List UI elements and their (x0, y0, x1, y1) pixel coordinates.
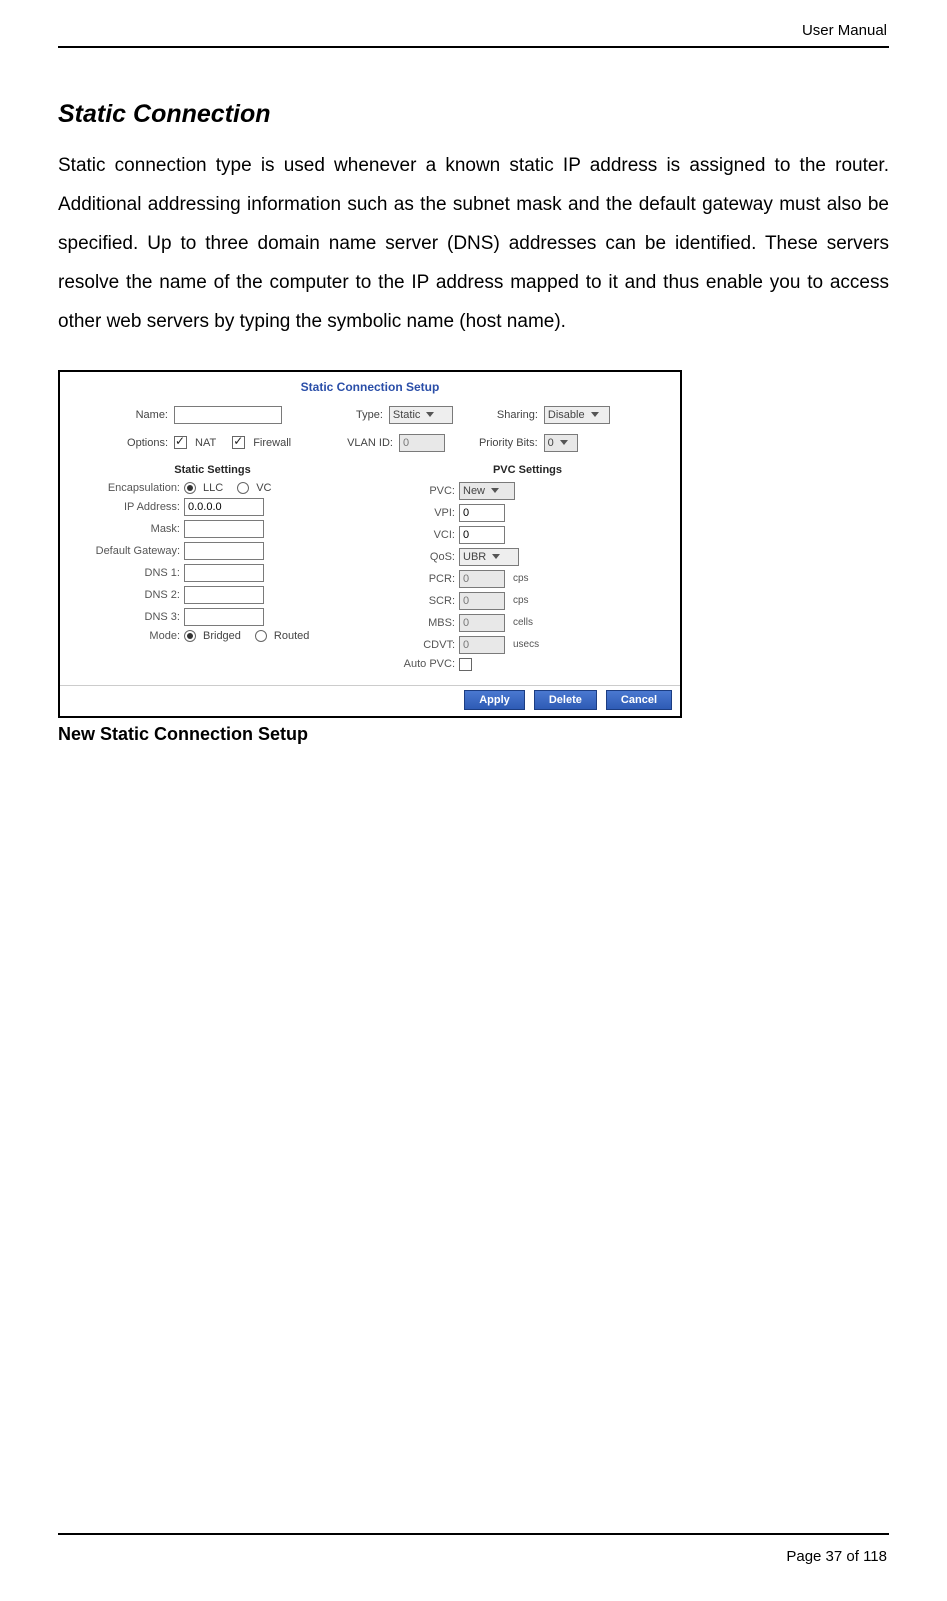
mode-label: Mode: (70, 630, 180, 642)
cancel-button[interactable]: Cancel (606, 690, 672, 710)
mbs-input[interactable] (459, 614, 505, 632)
page-number: Page 37 of 118 (786, 1548, 887, 1565)
encapsulation-label: Encapsulation: (70, 482, 180, 494)
apply-button[interactable]: Apply (464, 690, 525, 710)
encapsulation-vc-radio[interactable] (237, 482, 249, 494)
ip-address-input[interactable] (184, 498, 264, 516)
figure-caption: New Static Connection Setup (58, 724, 889, 745)
header-divider (58, 46, 889, 48)
footer-divider (58, 1533, 889, 1535)
pvc-select[interactable]: New (459, 482, 515, 500)
vpi-input[interactable] (459, 504, 505, 522)
pcr-unit: cps (513, 573, 529, 584)
pvc-label: PVC: (385, 485, 455, 497)
encapsulation-vc-label: VC (256, 482, 271, 494)
pcr-label: PCR: (385, 573, 455, 585)
dns1-label: DNS 1: (70, 567, 180, 579)
vlan-id-label: VLAN ID: (347, 437, 393, 449)
cdvt-unit: usecs (513, 639, 539, 650)
type-label: Type: (356, 409, 383, 421)
panel-title: Static Connection Setup (60, 372, 680, 404)
sharing-label: Sharing: (497, 409, 538, 421)
name-label: Name: (74, 409, 168, 421)
section-body-text: Static connection type is used whenever … (58, 147, 889, 342)
delete-button[interactable]: Delete (534, 690, 597, 710)
default-gateway-input[interactable] (184, 542, 264, 560)
vpi-label: VPI: (385, 507, 455, 519)
dns3-label: DNS 3: (70, 611, 180, 623)
mbs-label: MBS: (385, 617, 455, 629)
static-settings-heading: Static Settings (70, 464, 355, 476)
mask-input[interactable] (184, 520, 264, 538)
ip-address-label: IP Address: (70, 501, 180, 513)
mode-routed-radio[interactable] (255, 630, 267, 642)
name-input[interactable] (174, 406, 282, 424)
dns1-input[interactable] (184, 564, 264, 582)
dns3-input[interactable] (184, 608, 264, 626)
mask-label: Mask: (70, 523, 180, 535)
scr-unit: cps (513, 595, 529, 606)
static-connection-setup-panel: Static Connection Setup Name: Type: Stat… (58, 370, 682, 718)
scr-label: SCR: (385, 595, 455, 607)
cdvt-label: CDVT: (385, 639, 455, 651)
encapsulation-llc-radio[interactable] (184, 482, 196, 494)
qos-select[interactable]: UBR (459, 548, 519, 566)
dns2-label: DNS 2: (70, 589, 180, 601)
mode-routed-label: Routed (274, 630, 309, 642)
encapsulation-llc-label: LLC (203, 482, 223, 494)
nat-checkbox-label: NAT (195, 437, 216, 449)
vlan-id-input[interactable] (399, 434, 445, 452)
type-select[interactable]: Static (389, 406, 453, 424)
vci-input[interactable] (459, 526, 505, 544)
auto-pvc-checkbox[interactable] (459, 658, 472, 671)
firewall-checkbox-label: Firewall (253, 437, 291, 449)
firewall-checkbox[interactable] (232, 436, 245, 449)
auto-pvc-label: Auto PVC: (385, 658, 455, 670)
mbs-unit: cells (513, 617, 533, 628)
priority-bits-select[interactable]: 0 (544, 434, 578, 452)
scr-input[interactable] (459, 592, 505, 610)
dns2-input[interactable] (184, 586, 264, 604)
qos-label: QoS: (385, 551, 455, 563)
section-heading: Static Connection (58, 100, 889, 129)
options-label: Options: (74, 437, 168, 449)
priority-bits-label: Priority Bits: (479, 437, 538, 449)
page-header-title: User Manual (802, 22, 887, 39)
pvc-settings-heading: PVC Settings (385, 464, 670, 476)
default-gateway-label: Default Gateway: (70, 545, 180, 557)
button-bar: Apply Delete Cancel (60, 685, 680, 716)
cdvt-input[interactable] (459, 636, 505, 654)
sharing-select[interactable]: Disable (544, 406, 610, 424)
pcr-input[interactable] (459, 570, 505, 588)
vci-label: VCI: (385, 529, 455, 541)
nat-checkbox[interactable] (174, 436, 187, 449)
mode-bridged-radio[interactable] (184, 630, 196, 642)
mode-bridged-label: Bridged (203, 630, 241, 642)
